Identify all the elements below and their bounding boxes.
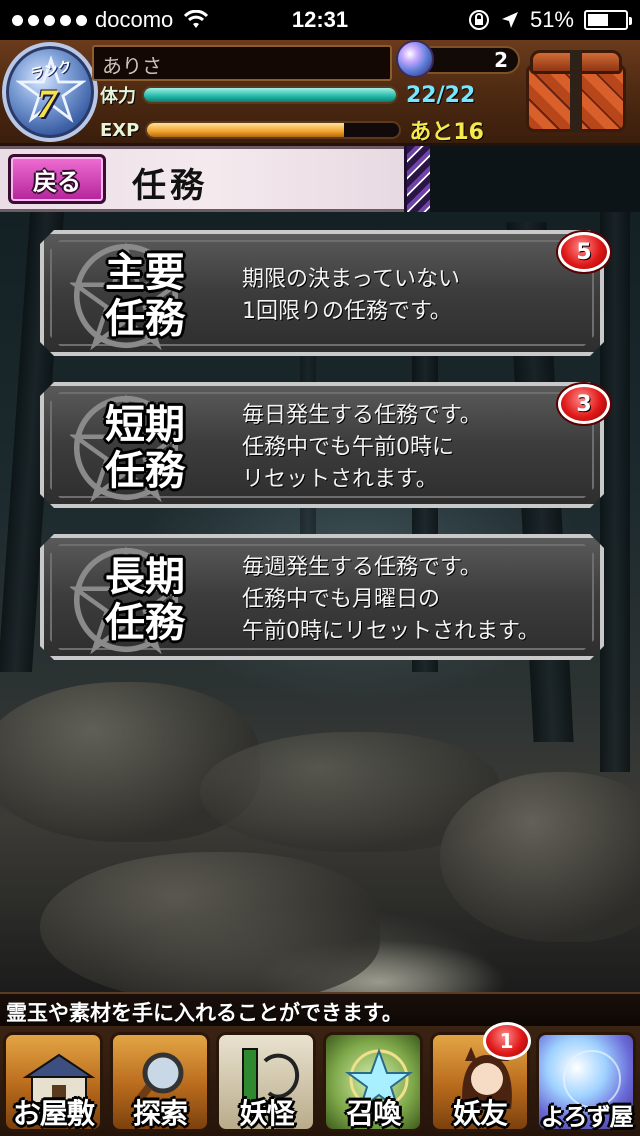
badge-count: 3 — [576, 391, 592, 417]
rank-badge[interactable]: ランク 7 — [2, 42, 98, 142]
nav-label: 妖怪 — [239, 1097, 295, 1130]
badge-count: 5 — [576, 239, 592, 265]
info-ticker: 霊玉や素材を手に入れることができます。 — [0, 992, 640, 1026]
nav-label: 探索 — [132, 1097, 188, 1130]
exp-label: EXP — [100, 119, 140, 141]
nav-friends[interactable]: 妖友 1 — [427, 1022, 534, 1136]
badge-count: 1 — [499, 1029, 514, 1053]
nav-label: 召喚 — [346, 1097, 401, 1130]
signal-icon — [12, 14, 87, 26]
mission-count-badge: 5 — [558, 232, 610, 272]
exp-row: EXP あと16 — [94, 114, 484, 146]
title-bar-ornament — [404, 146, 430, 212]
mission-description: 毎週発生する任務です。 任務中でも月曜日の 午前0時にリセットされます。 — [242, 555, 540, 644]
back-button[interactable]: 戻る — [8, 154, 106, 204]
stamina-row: 体力 22/22 — [94, 82, 475, 108]
rotation-lock-icon — [468, 10, 489, 30]
status-bar: docomo 12:31 51% — [0, 0, 640, 40]
stamina-value: 22/22 — [406, 82, 476, 108]
mission-card-daily[interactable]: 短期 任務 毎日発生する任務です。 任務中でも午前0時に リセットされます。 — [40, 382, 604, 508]
mission-description: 毎日発生する任務です。 任務中でも午前0時に リセットされます。 — [242, 403, 482, 492]
orb-count: 2 — [494, 48, 508, 72]
mission-title: 短期 任務 — [105, 402, 185, 494]
spirit-orb-icon — [396, 40, 434, 78]
player-name: ありさ — [92, 45, 392, 81]
nav-shop[interactable]: よろず屋 — [533, 1026, 640, 1136]
nav-summon[interactable]: 召喚 — [320, 1026, 427, 1136]
player-header: ランク 7 ありさ 体力 22/22 EXP あと16 2 — [0, 40, 640, 146]
back-button-label: 戻る — [33, 167, 81, 196]
location-arrow-icon — [501, 12, 518, 28]
stamina-bar — [142, 86, 398, 104]
exp-bar — [145, 121, 402, 139]
nav-label: お屋敷 — [12, 1097, 95, 1130]
mission-title: 長期 任務 — [105, 554, 185, 646]
mission-card-weekly[interactable]: 長期 任務 毎週発生する任務です。 任務中でも月曜日の 午前0時にリセットされま… — [40, 534, 604, 660]
battery-icon — [584, 10, 632, 30]
carrier-name: docomo — [95, 7, 174, 32]
nav-label: 妖友 — [452, 1097, 508, 1130]
mission-card-main[interactable]: 主要 任務 期限の決まっていない 1回限りの任務です。 — [40, 230, 604, 356]
rank-number: 7 — [37, 81, 57, 126]
page-title: 任務 — [132, 166, 208, 206]
stamina-label: 体力 — [100, 86, 136, 107]
nav-yokai[interactable]: 妖怪 — [213, 1026, 320, 1136]
mission-count-badge: 3 — [558, 384, 610, 424]
nav-explore[interactable]: 探索 — [107, 1026, 214, 1136]
wifi-icon — [184, 10, 209, 28]
gift-box-button[interactable] — [520, 44, 632, 140]
stamina-bar-fill — [144, 88, 396, 102]
exp-value: あと16 — [409, 120, 484, 145]
bottom-nav: お屋敷 探索 妖怪 召喚 妖友 1 よろず屋 — [0, 1022, 640, 1136]
battery-percent: 51% — [529, 7, 574, 32]
mission-description: 期限の決まっていない 1回限りの任務です。 — [242, 267, 461, 324]
notification-badge: 1 — [482, 1022, 531, 1060]
exp-bar-fill — [147, 123, 344, 137]
nav-label: よろず屋 — [540, 1103, 634, 1131]
nav-mansion[interactable]: お屋敷 — [0, 1026, 107, 1136]
mission-title: 主要 任務 — [105, 250, 185, 342]
